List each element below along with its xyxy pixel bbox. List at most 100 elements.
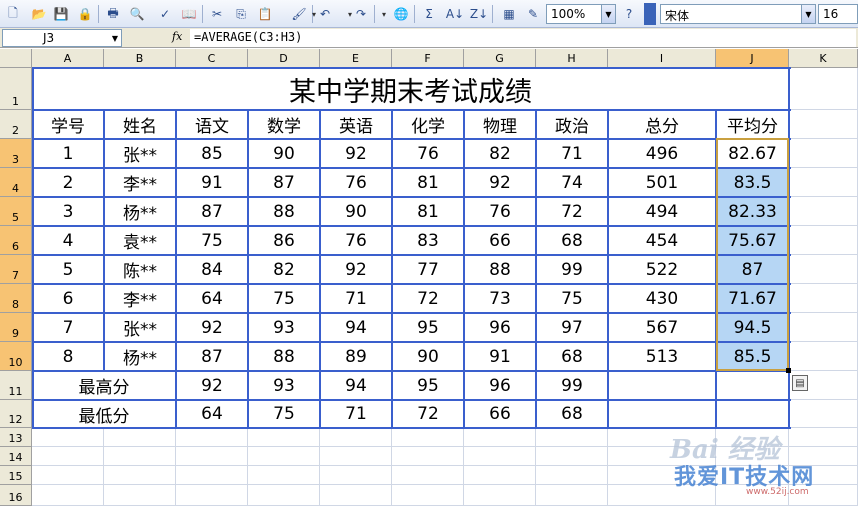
spelling-icon[interactable]: ✓ [156, 5, 174, 23]
student-name-cell[interactable]: 李** [104, 284, 176, 313]
score-cell[interactable]: 84 [176, 255, 248, 284]
score-cell[interactable]: 92 [320, 255, 392, 284]
chevron-down-icon[interactable]: ▾ [380, 5, 388, 23]
score-cell[interactable]: 90 [248, 139, 320, 168]
chevron-down-icon[interactable]: ▼ [601, 5, 615, 23]
score-cell[interactable]: 75 [248, 284, 320, 313]
min-row-label[interactable]: 最低分 [32, 400, 176, 428]
score-cell[interactable]: 94 [320, 313, 392, 342]
score-cell[interactable]: 99 [536, 255, 608, 284]
score-cell[interactable]: 87 [176, 197, 248, 226]
sheet-title[interactable]: 某中学期末考试成绩 [32, 68, 789, 110]
sort-descending-icon[interactable]: Z↓ [470, 5, 488, 23]
row-header-3[interactable]: 3 [0, 139, 32, 168]
score-cell[interactable]: 82 [464, 139, 536, 168]
column-header-i[interactable]: I [608, 49, 716, 68]
average-cell-active[interactable]: 82.67 [716, 139, 789, 168]
score-cell[interactable]: 64 [176, 284, 248, 313]
score-cell[interactable]: 81 [392, 197, 464, 226]
column-header-g[interactable]: G [464, 49, 536, 68]
total-cell[interactable]: 522 [608, 255, 716, 284]
select-all-corner[interactable] [0, 49, 32, 68]
score-cell[interactable]: 71 [536, 139, 608, 168]
print-icon[interactable]: 🖶 [104, 5, 122, 23]
column-header-b[interactable]: B [104, 49, 176, 68]
min-score-cell[interactable]: 64 [176, 400, 248, 428]
row-header-12[interactable]: 12 [0, 400, 32, 428]
toolbar-options-icon[interactable] [644, 3, 656, 25]
research-icon[interactable]: 📖 [180, 5, 198, 23]
redo-icon[interactable]: ↷ [352, 5, 370, 23]
cut-icon[interactable]: ✂ [208, 5, 226, 23]
score-cell[interactable]: 88 [248, 197, 320, 226]
score-cell[interactable]: 75 [536, 284, 608, 313]
total-cell[interactable]: 430 [608, 284, 716, 313]
new-icon[interactable]: 🗋 [4, 5, 22, 23]
column-label[interactable]: 总分 [608, 110, 716, 139]
min-score-cell[interactable]: 72 [392, 400, 464, 428]
print-preview-icon[interactable]: 🔍 [128, 5, 146, 23]
average-cell[interactable]: 85.5 [716, 342, 789, 371]
student-id-cell[interactable]: 1 [32, 139, 104, 168]
row-header-15[interactable]: 15 [0, 466, 32, 485]
score-cell[interactable]: 87 [248, 168, 320, 197]
max-score-cell[interactable]: 96 [464, 371, 536, 400]
score-cell[interactable]: 92 [320, 139, 392, 168]
column-header-a[interactable]: A [32, 49, 104, 68]
score-cell[interactable]: 68 [536, 226, 608, 255]
score-cell[interactable]: 68 [536, 342, 608, 371]
fill-handle[interactable] [786, 368, 791, 373]
permission-icon[interactable]: 🔒 [76, 5, 94, 23]
student-name-cell[interactable]: 李** [104, 168, 176, 197]
min-score-cell[interactable]: 68 [536, 400, 608, 428]
score-cell[interactable]: 88 [464, 255, 536, 284]
student-name-cell[interactable]: 陈** [104, 255, 176, 284]
max-score-cell[interactable]: 92 [176, 371, 248, 400]
total-cell[interactable]: 501 [608, 168, 716, 197]
column-label[interactable]: 平均分 [716, 110, 789, 139]
student-id-cell[interactable]: 7 [32, 313, 104, 342]
undo-icon[interactable]: ↶ [316, 5, 334, 23]
zoom-combo[interactable]: 100% ▼ [546, 4, 616, 24]
help-icon[interactable]: ? [620, 5, 638, 23]
score-cell[interactable]: 66 [464, 226, 536, 255]
score-cell[interactable]: 97 [536, 313, 608, 342]
min-score-cell[interactable]: 75 [248, 400, 320, 428]
column-label[interactable]: 学号 [32, 110, 104, 139]
score-cell[interactable]: 89 [320, 342, 392, 371]
score-cell[interactable]: 83 [392, 226, 464, 255]
score-cell[interactable]: 76 [320, 168, 392, 197]
student-name-cell[interactable]: 袁** [104, 226, 176, 255]
max-row-label[interactable]: 最高分 [32, 371, 176, 400]
column-header-h[interactable]: H [536, 49, 608, 68]
score-cell[interactable]: 74 [536, 168, 608, 197]
max-score-cell[interactable]: 94 [320, 371, 392, 400]
score-cell[interactable]: 92 [176, 313, 248, 342]
column-header-j[interactable]: J [716, 49, 789, 68]
student-id-cell[interactable]: 2 [32, 168, 104, 197]
max-score-cell[interactable]: 93 [248, 371, 320, 400]
font-size-combo[interactable]: 16 [818, 4, 858, 24]
score-cell[interactable]: 72 [536, 197, 608, 226]
column-header-f[interactable]: F [392, 49, 464, 68]
hyperlink-icon[interactable]: 🌐 [392, 5, 410, 23]
format-painter-icon[interactable]: 🖌 [290, 5, 308, 23]
student-id-cell[interactable]: 4 [32, 226, 104, 255]
row-header-5[interactable]: 5 [0, 197, 32, 226]
open-icon[interactable]: 📂 [30, 5, 48, 23]
average-cell[interactable]: 71.67 [716, 284, 789, 313]
autosum-icon[interactable]: Σ [420, 5, 438, 23]
total-cell[interactable]: 567 [608, 313, 716, 342]
row-header-8[interactable]: 8 [0, 284, 32, 313]
student-id-cell[interactable]: 6 [32, 284, 104, 313]
row-header-13[interactable]: 13 [0, 428, 32, 447]
row-header-1[interactable]: 1 [0, 68, 32, 110]
drawing-icon[interactable]: ✎ [524, 5, 542, 23]
row-header-6[interactable]: 6 [0, 226, 32, 255]
column-label[interactable]: 物理 [464, 110, 536, 139]
chevron-down-icon[interactable]: ▼ [109, 30, 121, 46]
chart-wizard-icon[interactable]: ▦ [500, 5, 518, 23]
score-cell[interactable]: 75 [176, 226, 248, 255]
chevron-down-icon[interactable]: ▼ [801, 5, 815, 23]
total-cell[interactable]: 454 [608, 226, 716, 255]
